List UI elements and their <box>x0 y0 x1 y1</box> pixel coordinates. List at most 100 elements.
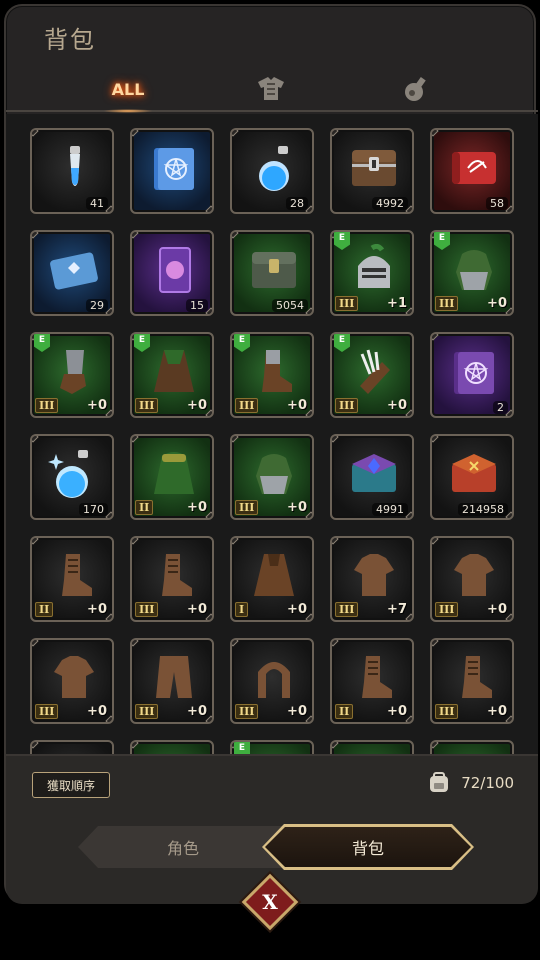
enhance-level: +0 <box>487 704 507 719</box>
tier-label: III <box>35 704 59 719</box>
main-nav: 角色 背包 <box>78 824 474 870</box>
inventory-slot[interactable]: III +0 <box>130 536 214 622</box>
inventory-slot[interactable]: 58 <box>430 128 514 214</box>
tab-potion[interactable] <box>356 68 476 110</box>
enhance-level: +0 <box>287 602 307 617</box>
capacity-count: 72/100 <box>461 774 514 792</box>
tier-label: III <box>435 704 459 719</box>
tier-label: III <box>235 398 259 413</box>
inventory-slot[interactable]: II +0 <box>30 536 114 622</box>
purple-card-icon <box>159 247 191 293</box>
inventory-slot[interactable]: 170 <box>30 434 114 520</box>
enhance-level: +0 <box>187 500 207 515</box>
inventory-slot[interactable]: III +0 <box>230 638 314 724</box>
red-chest-icon <box>452 454 496 492</box>
item-count: 41 <box>86 197 108 210</box>
inventory-slot[interactable]: E III +0 <box>30 332 114 418</box>
tab-armor[interactable] <box>211 68 331 110</box>
inventory-slot[interactable]: II +0 <box>330 638 414 724</box>
nav-role-button[interactable]: 角色 <box>78 826 288 868</box>
wooden-chest-icon <box>352 150 396 186</box>
item-count: 4991 <box>372 503 408 516</box>
tab-all[interactable]: ALL <box>68 68 188 113</box>
inventory-slot[interactable]: III +7 <box>330 536 414 622</box>
inventory-slot[interactable]: 28 <box>230 128 314 214</box>
tier-label: III <box>135 398 159 413</box>
leather-hood-icon <box>258 662 290 698</box>
page-title: 背包 <box>44 26 96 54</box>
inventory-slot[interactable]: III +0 <box>130 638 214 724</box>
equipped-badge: E <box>234 742 250 754</box>
enhance-level: +0 <box>87 398 107 413</box>
item-count: 58 <box>486 197 508 210</box>
inventory-slot[interactable]: 4992 <box>330 128 414 214</box>
tier-label: III <box>135 704 159 719</box>
leather-shirt-icon <box>354 554 394 596</box>
enhance-level: +0 <box>187 602 207 617</box>
tier-label: I <box>235 602 249 617</box>
enhance-level: +1 <box>387 296 407 311</box>
inventory-slot[interactable]: E <box>230 740 314 754</box>
quiver-icon <box>360 349 390 394</box>
inventory-slot[interactable]: II +0 <box>130 434 214 520</box>
inventory-slot[interactable]: III +0 <box>430 638 514 724</box>
inventory-slot[interactable]: E III +0 <box>130 332 214 418</box>
leather-cloak-icon <box>254 554 294 596</box>
backpack-icon <box>430 772 449 792</box>
inventory-slot[interactable]: E III +0 <box>430 230 514 316</box>
inventory-slot[interactable]: E III +0 <box>330 332 414 418</box>
pentagram-book-icon <box>154 148 194 190</box>
tier-label: III <box>335 602 359 617</box>
inventory-slot[interactable]: 4991 <box>330 434 414 520</box>
leather-shirt-icon <box>54 656 94 698</box>
inventory-slot[interactable]: I +0 <box>230 536 314 622</box>
item-count: 29 <box>86 299 108 312</box>
tier-label: III <box>335 398 359 413</box>
tier-label: II <box>335 704 354 719</box>
gauntlet-icon <box>60 350 86 394</box>
tier-label: III <box>435 296 459 311</box>
sort-order-button[interactable]: 獲取順序 <box>32 772 110 798</box>
inventory-slot[interactable]: 5054 <box>230 230 314 316</box>
category-tabs: ALL <box>6 68 538 113</box>
close-button[interactable]: X <box>241 873 299 931</box>
inventory-slot[interactable]: 2 <box>430 332 514 418</box>
tier-label: III <box>135 602 159 617</box>
item-count: 214958 <box>458 503 508 516</box>
inventory-slot[interactable] <box>130 740 214 754</box>
inventory-slot[interactable]: 15 <box>130 230 214 316</box>
item-count: 2 <box>493 401 508 414</box>
leather-boot-icon <box>62 554 92 596</box>
tier-label: III <box>235 704 259 719</box>
tier-label: III <box>335 296 359 311</box>
inventory-grid-area[interactable]: 41 28 4992 58 29 15 5054 E III +1 E III +0 E III +0 E III… <box>6 114 538 754</box>
inventory-slot[interactable]: 41 <box>30 128 114 214</box>
item-count: 4992 <box>372 197 408 210</box>
inventory-slot[interactable]: III +0 <box>230 434 314 520</box>
inventory-slot[interactable] <box>130 128 214 214</box>
blue-scroll-icon <box>50 252 98 290</box>
leather-boot-icon <box>162 554 192 596</box>
purple-book-icon <box>454 352 494 394</box>
tier-label: II <box>135 500 154 515</box>
inventory-slot[interactable]: 214958 <box>430 434 514 520</box>
inventory-slot[interactable]: 29 <box>30 230 114 316</box>
inventory-slot[interactable]: III +0 <box>430 536 514 622</box>
inventory-slot[interactable]: E III +0 <box>230 332 314 418</box>
armor-icon <box>258 77 284 100</box>
sparkle-potion-icon <box>48 450 88 498</box>
inventory-slot[interactable] <box>30 740 114 754</box>
enhance-level: +0 <box>187 398 207 413</box>
enhance-level: +0 <box>287 500 307 515</box>
shoulder-armor-icon <box>256 454 292 494</box>
nav-bag-button[interactable]: 背包 <box>262 824 474 870</box>
capacity-indicator: 72/100 <box>427 772 514 794</box>
inventory-slot[interactable]: III +0 <box>30 638 114 724</box>
tier-label: III <box>235 500 259 515</box>
inventory-slot[interactable] <box>430 740 514 754</box>
inventory-panel: 背包 ALL 41 28 4992 58 29 15 5054 E III +1 E III +0 E II… <box>4 4 538 904</box>
enhance-level: +0 <box>487 296 507 311</box>
item-count: 15 <box>186 299 208 312</box>
inventory-slot[interactable]: E III +1 <box>330 230 414 316</box>
inventory-slot[interactable] <box>330 740 414 754</box>
